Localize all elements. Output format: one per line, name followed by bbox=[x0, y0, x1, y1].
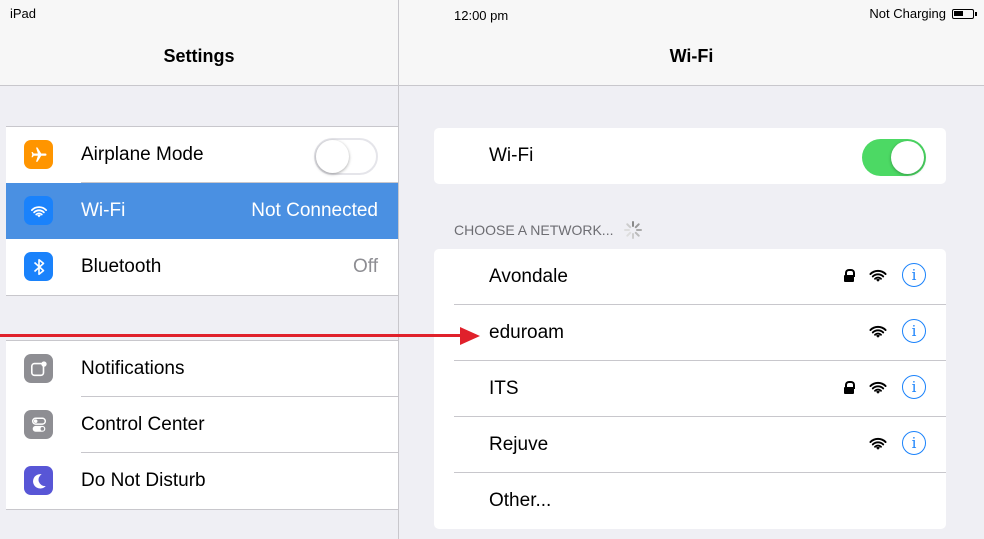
notifications-icon bbox=[24, 354, 53, 383]
airplane-mode-toggle[interactable] bbox=[314, 138, 378, 175]
sidebar-item-label: Do Not Disturb bbox=[81, 470, 206, 491]
settings-header: Settings bbox=[0, 30, 398, 86]
network-row-rejuve[interactable]: Rejuve i bbox=[434, 417, 946, 473]
airplane-icon bbox=[24, 140, 53, 169]
wifi-signal-icon bbox=[869, 437, 887, 450]
wifi-icon bbox=[24, 196, 53, 225]
network-name: eduroam bbox=[489, 322, 564, 343]
network-row-other[interactable]: Other... bbox=[434, 473, 946, 529]
pane-divider bbox=[398, 0, 399, 539]
wifi-toggle-card: Wi-Fi bbox=[434, 128, 946, 184]
network-list: Avondale i eduroam i ITS i Rejuve i Othe… bbox=[434, 249, 946, 529]
wifi-status-value: Not Connected bbox=[251, 200, 378, 221]
moon-icon bbox=[24, 466, 53, 495]
network-name: Avondale bbox=[489, 266, 568, 287]
wifi-signal-icon bbox=[869, 325, 887, 338]
clock: 12:00 pm bbox=[454, 8, 509, 23]
sidebar-item-airplane-mode[interactable]: Airplane Mode bbox=[6, 127, 398, 183]
control-center-icon bbox=[24, 410, 53, 439]
sidebar-item-do-not-disturb[interactable]: Do Not Disturb bbox=[6, 453, 398, 509]
network-name: Rejuve bbox=[489, 434, 549, 455]
sidebar-item-label: Wi-Fi bbox=[81, 200, 126, 221]
network-row-avondale[interactable]: Avondale i bbox=[434, 249, 946, 305]
device-name: iPad bbox=[10, 6, 37, 21]
section-label: CHOOSE A NETWORK... bbox=[454, 222, 614, 238]
lock-icon bbox=[844, 380, 855, 394]
settings-group-notifications: Notifications Control Center Do Not Dist… bbox=[6, 340, 398, 510]
info-icon[interactable]: i bbox=[902, 431, 926, 455]
network-row-eduroam[interactable]: eduroam i bbox=[434, 305, 946, 361]
sidebar-item-control-center[interactable]: Control Center bbox=[6, 397, 398, 453]
info-icon[interactable]: i bbox=[902, 375, 926, 399]
annotation-arrow-line bbox=[0, 334, 462, 337]
choose-network-section: CHOOSE A NETWORK... bbox=[454, 220, 643, 240]
sidebar-item-bluetooth[interactable]: Bluetooth Off bbox=[6, 239, 398, 295]
sidebar-item-label: Control Center bbox=[81, 414, 205, 435]
battery-icon bbox=[952, 8, 977, 19]
bluetooth-status-value: Off bbox=[353, 256, 378, 277]
loading-spinner-icon bbox=[624, 221, 643, 239]
battery-status: Not Charging bbox=[869, 6, 977, 21]
wifi-toggle[interactable] bbox=[862, 139, 926, 176]
bluetooth-icon bbox=[24, 252, 53, 281]
annotation-arrow-head bbox=[460, 327, 480, 345]
network-row-its[interactable]: ITS i bbox=[434, 361, 946, 417]
sidebar-item-label: Bluetooth bbox=[81, 256, 162, 277]
sidebar-item-label: Airplane Mode bbox=[81, 144, 204, 165]
settings-group-connectivity: Airplane Mode Wi-Fi Not Connected Blueto… bbox=[6, 126, 398, 296]
info-icon[interactable]: i bbox=[902, 263, 926, 287]
sidebar-item-wifi[interactable]: Wi-Fi Not Connected bbox=[6, 183, 398, 239]
status-bar: iPad 12:00 pm Not Charging bbox=[0, 0, 984, 30]
charging-label: Not Charging bbox=[869, 6, 946, 21]
lock-icon bbox=[844, 268, 855, 282]
wifi-title: Wi-Fi bbox=[669, 46, 714, 66]
wifi-row-label: Wi-Fi bbox=[489, 145, 534, 166]
wifi-row: Wi-Fi bbox=[434, 128, 946, 184]
wifi-signal-icon bbox=[869, 269, 887, 282]
network-name: ITS bbox=[489, 378, 519, 399]
sidebar-item-label: Notifications bbox=[81, 358, 185, 379]
settings-title: Settings bbox=[163, 46, 235, 66]
other-network-label: Other... bbox=[489, 490, 552, 511]
info-icon[interactable]: i bbox=[902, 319, 926, 343]
sidebar-item-notifications[interactable]: Notifications bbox=[6, 341, 398, 397]
wifi-signal-icon bbox=[869, 381, 887, 394]
wifi-header: Wi-Fi bbox=[399, 30, 984, 86]
